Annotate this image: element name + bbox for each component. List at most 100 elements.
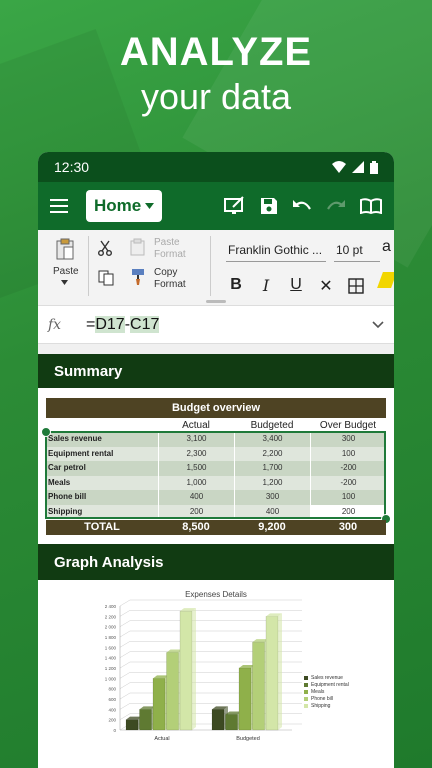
font-size-select[interactable]: 10 pt: [334, 240, 380, 262]
legend-label: Sales revenue: [311, 674, 343, 681]
chevron-down-icon[interactable]: [372, 320, 384, 329]
gridline: [119, 641, 131, 648]
copy-format-button[interactable]: Copy Format: [154, 267, 186, 291]
edit-sheet-icon[interactable]: [224, 196, 246, 216]
underline-button[interactable]: U: [286, 276, 306, 294]
function-icon[interactable]: fx: [48, 317, 86, 333]
bar: [211, 709, 225, 731]
reading-mode-icon[interactable]: [360, 198, 382, 214]
gridline: [119, 672, 131, 679]
cut-icon[interactable]: [98, 240, 112, 256]
phone-frame: 12:30 Home Paste Paste Format Copy Forma…: [38, 152, 394, 768]
x-tick-label: Actual: [154, 736, 169, 742]
format-painter-icon[interactable]: [130, 268, 146, 286]
home-tab-dropdown[interactable]: Home: [86, 190, 163, 222]
gridline: [119, 692, 131, 700]
legend-item: Equipment rental: [304, 681, 349, 688]
bar: [152, 678, 166, 731]
save-icon[interactable]: [260, 197, 278, 215]
bar: [225, 714, 238, 731]
undo-icon[interactable]: [292, 199, 312, 213]
legend-swatch: [304, 696, 308, 701]
paste-label[interactable]: Paste: [53, 266, 79, 277]
y-tick-label: 1 200: [105, 666, 117, 671]
y-tick-label: 400: [108, 707, 116, 712]
formula-input[interactable]: =D17-C17: [86, 315, 160, 334]
legend-swatch: [304, 689, 308, 694]
home-tab-label: Home: [94, 196, 142, 215]
column-header-over-budget: Over Budget: [319, 420, 377, 431]
bar-side: [192, 608, 196, 730]
ribbon-drag-handle[interactable]: [206, 300, 226, 303]
legend-label: Phone bill: [311, 695, 333, 702]
legend-label: Shipping: [311, 702, 331, 709]
bar: [265, 616, 279, 731]
y-tick-label: 2 200: [105, 614, 117, 619]
y-tick-label: 2 000: [105, 625, 117, 630]
legend-item: Sales revenue: [304, 674, 349, 681]
bar: [139, 709, 152, 731]
y-tick-label: 200: [108, 718, 116, 723]
y-tick-label: 1 400: [105, 656, 117, 661]
status-bar: 12:30: [38, 152, 394, 182]
italic-button[interactable]: I: [256, 276, 276, 295]
home-ribbon: Paste Paste Format Copy Format Franklin Go…: [38, 230, 394, 306]
bold-button[interactable]: B: [226, 276, 246, 294]
headline-analyze: ANALYZE: [119, 30, 313, 74]
budget-table[interactable]: Budget overview Actual Budgeted Over Bud…: [38, 388, 394, 544]
copy-icon[interactable]: [98, 270, 114, 286]
bar: [252, 641, 265, 731]
formula-bar[interactable]: fx =D17-C17: [38, 306, 394, 344]
gridline: [119, 599, 131, 607]
gridline: [119, 661, 131, 669]
gridline: [119, 610, 131, 617]
hamburger-menu-icon[interactable]: [50, 199, 70, 213]
caret-down-icon: [145, 203, 155, 209]
sheet-area[interactable]: Summary Budget overview Actual Budgeted …: [38, 344, 394, 760]
legend-label: Meals: [311, 688, 325, 695]
borders-icon[interactable]: [348, 278, 364, 294]
highlight-icon[interactable]: [377, 272, 394, 288]
font-color-button[interactable]: a: [382, 238, 391, 256]
chart-legend: Sales revenue Equipment rental Meals Phone …: [304, 674, 349, 709]
y-tick-label: 1 800: [105, 635, 117, 640]
wifi-icon: [332, 161, 346, 173]
gridline: [119, 630, 131, 638]
font-family-select[interactable]: Franklin Gothic ...: [226, 240, 326, 262]
budget-title: Budget overview: [46, 398, 386, 418]
summary-header: Summary: [38, 354, 394, 388]
selection-handle-top-left[interactable]: [41, 427, 51, 437]
y-tick-label: 800: [108, 687, 116, 692]
y-tick-label: 2 400: [105, 604, 117, 609]
y-tick-label: 0: [113, 728, 116, 733]
bar: [125, 719, 139, 731]
x-tick-label: Budgeted: [236, 736, 260, 742]
cell-selection[interactable]: [45, 431, 386, 519]
paste-caret-icon[interactable]: [61, 280, 68, 285]
status-time: 12:30: [54, 159, 90, 175]
bar: [166, 652, 179, 731]
legend-swatch: [304, 703, 308, 708]
bar: [179, 610, 193, 731]
bar: [238, 667, 252, 731]
bar-chart[interactable]: 0 200 400 600 800 1 000 1 200 1 400 1 600 1 800 2 …: [38, 580, 394, 760]
gridline: [119, 620, 131, 627]
battery-icon: [370, 160, 378, 174]
paste-format-icon: [130, 238, 145, 256]
legend-label: Equipment rental: [311, 681, 349, 688]
column-header-actual: Actual: [182, 420, 210, 431]
gridline: [119, 682, 131, 689]
graph-analysis-header: Graph Analysis: [38, 544, 394, 580]
y-tick-label: 1 000: [105, 676, 117, 681]
bar-side: [278, 613, 282, 730]
clipboard-icon[interactable]: [56, 238, 74, 260]
headline-your-data: your data: [140, 76, 292, 117]
expenses-chart[interactable]: Expenses Details 0 200 400 600 800 1 000 1 200…: [38, 580, 394, 760]
column-header-budgeted: Budgeted: [250, 420, 294, 431]
strikethrough-button[interactable]: ✕: [316, 276, 336, 296]
total-row: TOTAL 8,500 9,200 300: [46, 520, 386, 535]
app-toolbar: Home: [38, 182, 394, 230]
signal-icon: [352, 161, 364, 173]
paste-format-button: Paste Format: [154, 237, 186, 260]
redo-icon[interactable]: [326, 199, 346, 213]
